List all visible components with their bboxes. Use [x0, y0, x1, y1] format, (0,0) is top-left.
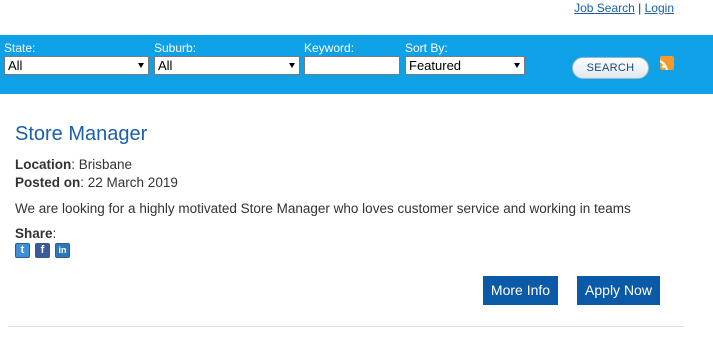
job-title[interactable]: Store Manager	[15, 123, 147, 146]
login-link[interactable]: Login	[645, 1, 674, 15]
share-label: Share	[15, 226, 53, 241]
job-description: We are looking for a highly motivated St…	[15, 201, 631, 216]
location-value: Brisbane	[78, 157, 133, 172]
keyword-label: Keyword:	[304, 41, 355, 55]
suburb-label: Suburb:	[154, 41, 197, 55]
rss-icon[interactable]	[660, 56, 674, 70]
state-filter: State: All	[4, 42, 149, 75]
location-label: Location	[15, 157, 72, 172]
facebook-icon[interactable]: f	[35, 243, 50, 258]
job-posted-date: Posted on: 22 March 2019	[15, 175, 178, 190]
top-links-separator: |	[638, 1, 642, 15]
top-links: Job Search | Login	[574, 1, 674, 15]
search-filter-bar: State: All Suburb: All Keyword: Sort By:…	[0, 35, 713, 94]
suburb-select[interactable]: All	[154, 56, 300, 75]
posted-label: Posted on	[15, 175, 81, 190]
sort-by-select[interactable]: Featured	[405, 56, 525, 75]
apply-now-button[interactable]: Apply Now	[577, 276, 660, 305]
keyword-input[interactable]	[304, 56, 400, 75]
linkedin-icon[interactable]: in	[55, 243, 70, 258]
sort-by-label: Sort By:	[405, 41, 448, 55]
posted-value: 22 March 2019	[87, 175, 178, 190]
chevron-down-icon	[138, 63, 144, 68]
keyword-filter: Keyword:	[304, 42, 400, 75]
suburb-select-value: All	[158, 58, 173, 73]
share-section: Share:	[15, 226, 57, 241]
search-button[interactable]: SEARCH	[572, 57, 649, 79]
suburb-filter: Suburb: All	[154, 42, 300, 75]
sort-by-filter: Sort By: Featured	[405, 42, 525, 75]
divider	[8, 326, 684, 327]
state-select-value: All	[8, 58, 23, 73]
twitter-icon[interactable]: t	[15, 243, 30, 258]
sort-by-select-value: Featured	[409, 58, 462, 73]
state-select[interactable]: All	[4, 56, 149, 75]
more-info-button[interactable]: More Info	[483, 276, 558, 305]
job-search-link[interactable]: Job Search	[574, 1, 635, 15]
chevron-down-icon	[289, 63, 295, 68]
job-location: Location: Brisbane	[15, 157, 133, 172]
state-label: State:	[4, 41, 36, 55]
chevron-down-icon	[514, 63, 520, 68]
